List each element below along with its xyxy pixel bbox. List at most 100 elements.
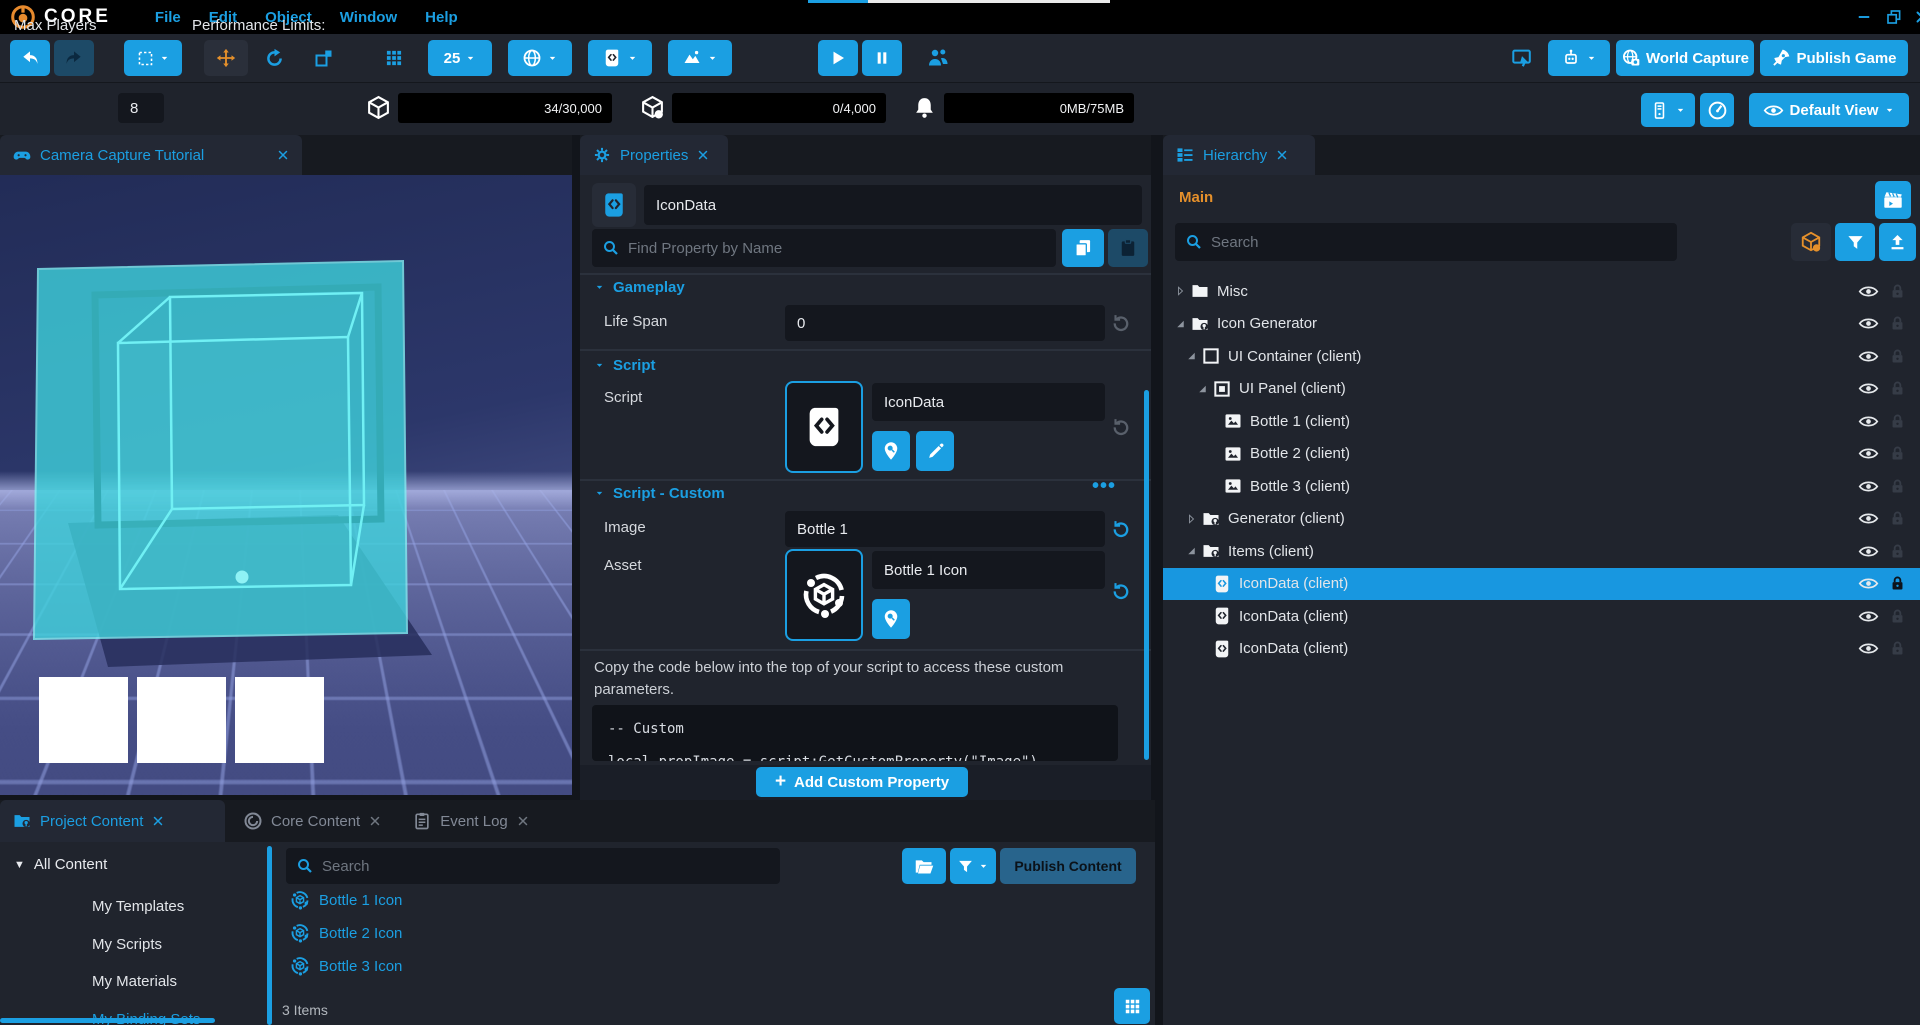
add-custom-property-button[interactable]: + Add Custom Property: [756, 767, 968, 797]
vertical-scrollbar[interactable]: [1144, 390, 1149, 760]
menu-window[interactable]: Window: [340, 9, 397, 26]
grid-view-button[interactable]: [1114, 988, 1150, 1024]
rotate-tool-button[interactable]: [252, 40, 296, 76]
lock-icon[interactable]: [1889, 444, 1906, 463]
filter-button[interactable]: [1835, 223, 1875, 261]
visibility-eye-icon[interactable]: [1858, 638, 1879, 659]
tab-core-content[interactable]: Core Content: [231, 800, 394, 842]
reset-icon[interactable]: [1110, 415, 1132, 437]
reset-icon[interactable]: [1110, 311, 1132, 333]
scene-viewport[interactable]: [0, 175, 572, 795]
property-search-input[interactable]: [628, 240, 1046, 257]
find-asset-button[interactable]: [872, 599, 910, 639]
properties-tab[interactable]: Properties: [580, 135, 728, 175]
menu-help[interactable]: Help: [425, 9, 458, 26]
lock-icon[interactable]: [1889, 509, 1906, 528]
lock-icon[interactable]: [1889, 542, 1906, 561]
tree-row[interactable]: Generator (client): [1163, 503, 1920, 536]
tree-expanded-arrow-icon[interactable]: [1173, 318, 1188, 330]
networked-filter-button[interactable]: [1791, 223, 1831, 261]
sidebar-divider-scrollbar[interactable]: [267, 846, 272, 1025]
bot-dropdown[interactable]: [1548, 40, 1610, 76]
visibility-eye-icon[interactable]: [1858, 281, 1879, 302]
tree-collapsed-arrow-icon[interactable]: [1173, 285, 1188, 297]
property-search[interactable]: [592, 229, 1056, 267]
tree-expanded-arrow-icon[interactable]: [1184, 350, 1199, 362]
snap-grid-button[interactable]: [372, 40, 416, 76]
default-view-dropdown[interactable]: Default View: [1749, 93, 1909, 127]
move-tool-button[interactable]: [204, 40, 248, 76]
tree-row[interactable]: UI Container (client): [1163, 340, 1920, 373]
visibility-eye-icon[interactable]: [1858, 378, 1879, 399]
reset-icon[interactable]: [1110, 579, 1132, 601]
script-dropdown[interactable]: [588, 40, 652, 76]
tab-project-content[interactable]: Project Content: [0, 800, 225, 842]
close-icon[interactable]: [1275, 148, 1289, 162]
viewport-tab[interactable]: Camera Capture Tutorial: [0, 135, 302, 175]
close-icon[interactable]: [368, 814, 382, 828]
section-menu-button[interactable]: •••: [1092, 475, 1116, 498]
lock-icon[interactable]: [1889, 574, 1906, 593]
copy-properties-button[interactable]: [1062, 229, 1104, 267]
tree-expanded-arrow-icon[interactable]: [1184, 545, 1199, 557]
scene-capture-button[interactable]: [1875, 181, 1911, 219]
play-button[interactable]: [818, 40, 858, 76]
sidebar-item-my-templates[interactable]: My Templates: [92, 898, 184, 915]
tree-row[interactable]: Bottle 1 (client): [1163, 405, 1920, 438]
tree-collapsed-arrow-icon[interactable]: [1184, 513, 1199, 525]
performance-gauge-button[interactable]: [1700, 93, 1734, 127]
edit-script-button[interactable]: [916, 431, 954, 471]
pause-button[interactable]: [862, 40, 902, 76]
asset-value-field[interactable]: Bottle 1 Icon: [872, 551, 1105, 589]
tree-row[interactable]: Misc: [1163, 275, 1920, 308]
code-snippet-box[interactable]: -- Custom local propImage = script:GetCu…: [592, 705, 1118, 761]
visibility-eye-icon[interactable]: [1858, 346, 1879, 367]
window-restore-button[interactable]: [1885, 8, 1903, 26]
life-span-field[interactable]: 0: [785, 305, 1105, 341]
tree-row[interactable]: IconData (client): [1163, 600, 1920, 633]
asset-item[interactable]: Bottle 2 Icon: [290, 923, 402, 943]
image-value-field[interactable]: Bottle 1: [785, 511, 1105, 547]
asset-item[interactable]: Bottle 1 Icon: [290, 890, 402, 910]
world-capture-button[interactable]: World Capture: [1616, 40, 1754, 76]
undo-button[interactable]: [10, 40, 50, 76]
content-search-input[interactable]: [322, 858, 770, 875]
lock-icon[interactable]: [1889, 639, 1906, 658]
visibility-eye-icon[interactable]: [1858, 411, 1879, 432]
close-icon[interactable]: [276, 148, 290, 162]
close-icon[interactable]: [516, 814, 530, 828]
asset-item[interactable]: Bottle 3 Icon: [290, 956, 402, 976]
paste-properties-button[interactable]: [1108, 229, 1148, 267]
lock-icon[interactable]: [1889, 379, 1906, 398]
max-players-field[interactable]: 8: [118, 93, 164, 123]
screen-capture-button[interactable]: [1502, 40, 1542, 76]
visibility-eye-icon[interactable]: [1858, 606, 1879, 627]
world-dropdown[interactable]: [508, 40, 572, 76]
grid-size-dropdown[interactable]: 25: [428, 40, 492, 76]
scale-tool-button[interactable]: [302, 40, 346, 76]
visibility-eye-icon[interactable]: [1858, 443, 1879, 464]
hierarchy-tab[interactable]: Hierarchy: [1163, 135, 1315, 175]
find-script-button[interactable]: [872, 431, 910, 471]
tree-row[interactable]: Icon Generator: [1163, 308, 1920, 341]
hierarchy-search[interactable]: [1175, 223, 1677, 261]
local-server-dropdown[interactable]: [1641, 93, 1695, 127]
horizontal-scrollbar[interactable]: [0, 1018, 215, 1023]
close-icon[interactable]: [696, 148, 710, 162]
script-section-header[interactable]: Script: [594, 357, 656, 374]
content-search[interactable]: [286, 848, 780, 884]
content-filter-dropdown[interactable]: [950, 848, 996, 884]
export-button[interactable]: [1879, 223, 1916, 261]
hierarchy-search-input[interactable]: [1211, 234, 1667, 251]
tab-event-log[interactable]: Event Log: [400, 800, 542, 842]
tree-row[interactable]: Bottle 3 (client): [1163, 470, 1920, 503]
publish-game-button[interactable]: Publish Game: [1760, 40, 1908, 76]
visibility-eye-icon[interactable]: [1858, 573, 1879, 594]
window-minimize-button[interactable]: [1855, 8, 1873, 26]
selection-mode-button[interactable]: [124, 40, 182, 76]
object-name-field[interactable]: IconData: [644, 185, 1142, 225]
tree-row[interactable]: Bottle 2 (client): [1163, 438, 1920, 471]
sidebar-item-all-content[interactable]: ▼ All Content: [14, 856, 107, 873]
terrain-dropdown[interactable]: [668, 40, 732, 76]
tree-expanded-arrow-icon[interactable]: [1195, 383, 1210, 395]
